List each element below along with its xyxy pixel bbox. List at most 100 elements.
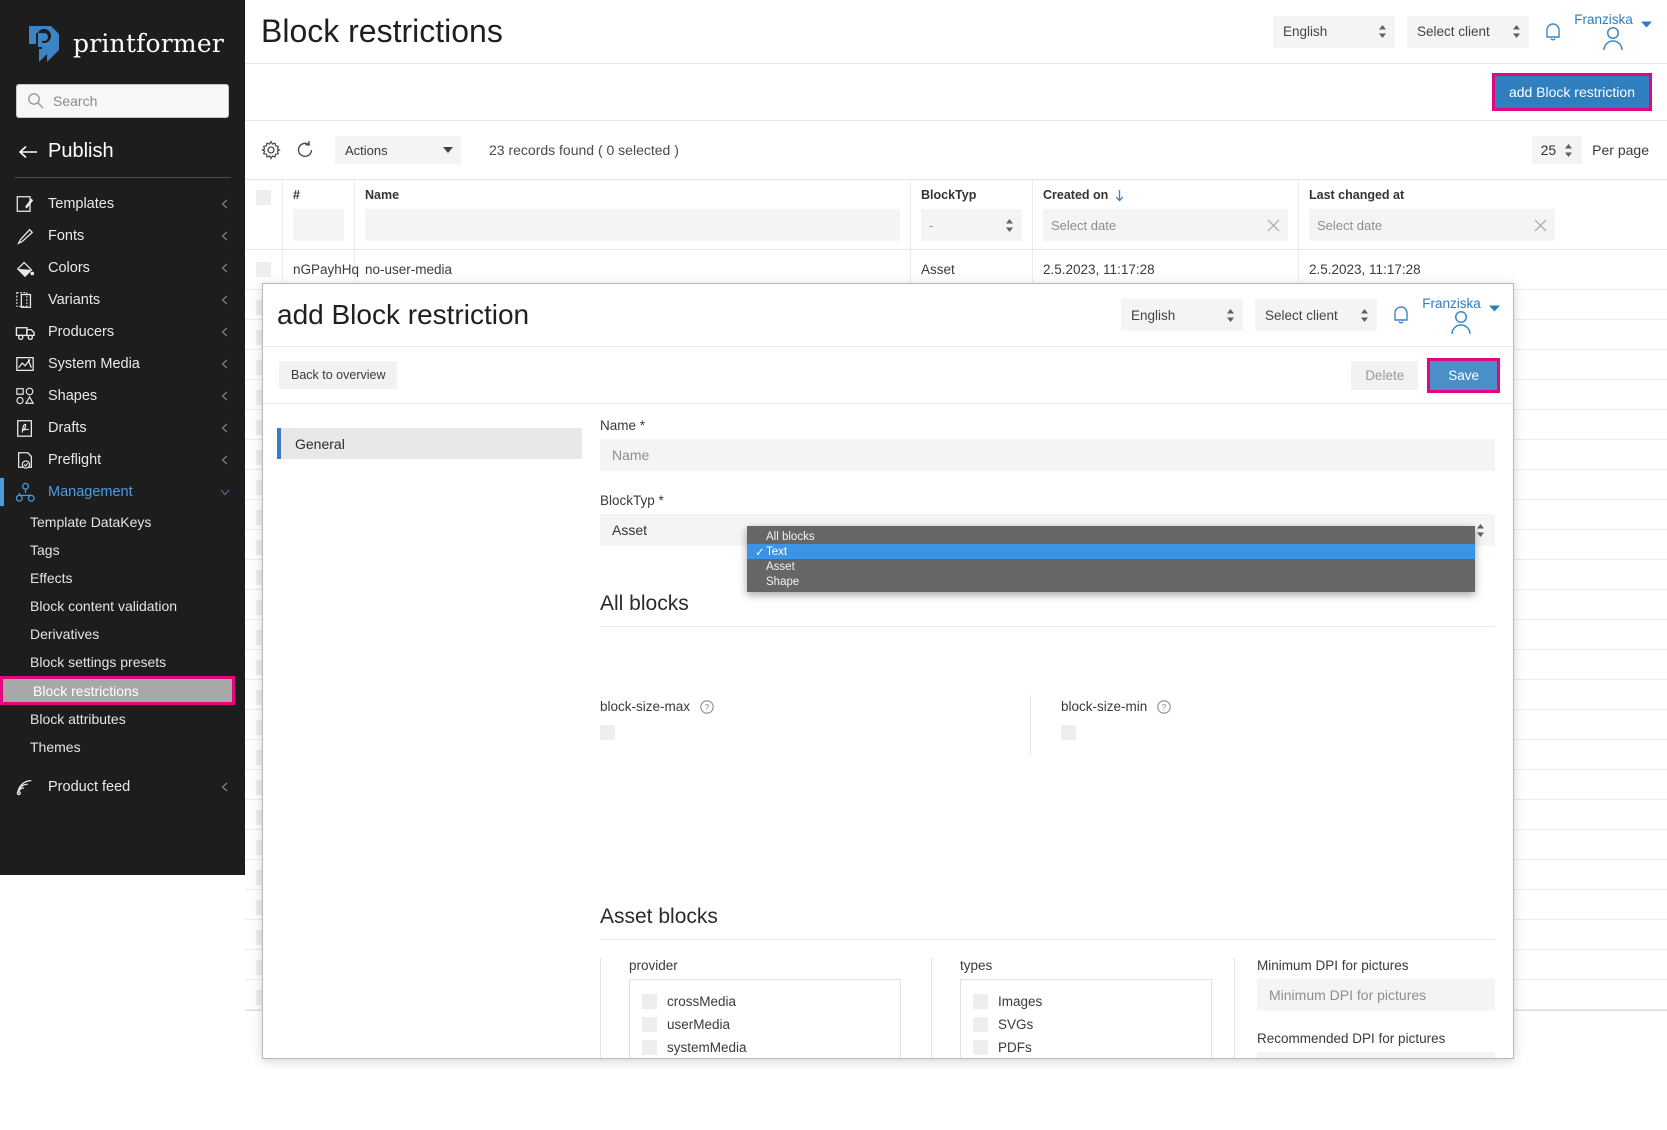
min-dpi-input[interactable]: Minimum DPI for pictures xyxy=(1257,979,1495,1011)
action-row: add Block restriction xyxy=(245,64,1667,120)
system-media-icon xyxy=(14,353,36,375)
filter-created[interactable]: Select date xyxy=(1043,209,1288,241)
sidebar-item-label: Templates xyxy=(48,196,207,212)
actions-select[interactable]: Actions xyxy=(335,136,461,164)
section-asset-blocks: Asset blocks provider crossMedia userMed… xyxy=(600,905,1495,1059)
dropdown-option-shape[interactable]: Shape xyxy=(747,574,1475,589)
min-dpi-label: Minimum DPI for pictures xyxy=(1257,958,1495,973)
provider-options: crossMedia userMedia systemMedia xyxy=(629,979,901,1059)
sidebar-item-product-feed[interactable]: Product feed xyxy=(0,771,245,803)
block-size-max-checkbox[interactable] xyxy=(600,725,1030,745)
column-label: # xyxy=(293,188,344,202)
rec-dpi-input[interactable]: Recommended DPI for pictures xyxy=(1257,1052,1495,1059)
chevron-left-icon xyxy=(219,781,231,793)
name-input[interactable]: Name xyxy=(600,439,1495,471)
sidebar-item-variants[interactable]: Variants xyxy=(0,284,245,316)
types-options: Images SVGs PDFs xyxy=(960,979,1212,1059)
field-dpi-group: Minimum DPI for pictures Minimum DPI for… xyxy=(1235,958,1495,1059)
delete-button[interactable]: Delete xyxy=(1351,361,1418,390)
bell-icon[interactable] xyxy=(1541,19,1565,45)
provider-option[interactable]: systemMedia xyxy=(642,1036,888,1059)
sidebar-item-template-datakeys[interactable]: Template DataKeys xyxy=(0,508,245,536)
modal-language-select[interactable]: English xyxy=(1121,299,1243,331)
types-option[interactable]: PDFs xyxy=(973,1036,1199,1059)
tab-general[interactable]: General xyxy=(277,428,582,459)
types-option[interactable]: SVGs xyxy=(973,1013,1199,1036)
sidebar-item-shapes[interactable]: Shapes xyxy=(0,380,245,412)
sort-desc-icon[interactable] xyxy=(1114,189,1125,202)
provider-option[interactable]: crossMedia xyxy=(642,990,888,1013)
sidebar-item-tags[interactable]: Tags xyxy=(0,536,245,564)
language-select[interactable]: English xyxy=(1273,16,1395,48)
field-block-size-min: block-size-min ? xyxy=(1061,695,1171,755)
refresh-icon[interactable] xyxy=(295,140,315,160)
per-page-select[interactable]: 25 xyxy=(1532,136,1583,164)
client-select[interactable]: Select client xyxy=(1407,16,1529,48)
modal-top-right: English Select client Franziska xyxy=(1121,296,1497,335)
types-option[interactable]: Images xyxy=(973,990,1199,1013)
field-name: Name * Name xyxy=(600,418,1495,471)
block-size-max-label: block-size-max xyxy=(600,699,690,714)
dropdown-option-asset[interactable]: Asset xyxy=(747,559,1475,574)
sidebar-item-system-media[interactable]: System Media xyxy=(0,348,245,380)
chevron-left-icon xyxy=(219,358,231,370)
help-circle-icon[interactable]: ? xyxy=(1157,700,1171,714)
modal-user-menu[interactable]: Franziska xyxy=(1425,296,1497,335)
table-col-created: Created on Select date xyxy=(1033,180,1299,249)
types-option-label: SVGs xyxy=(998,1017,1033,1032)
blocktyp-dropdown-menu[interactable]: All blocks ✓ Text Asset Shape xyxy=(747,526,1475,592)
filter-changed[interactable]: Select date xyxy=(1309,209,1555,241)
sidebar-item-effects[interactable]: Effects xyxy=(0,564,245,592)
sidebar-item-label: Product feed xyxy=(48,779,207,795)
product-feed-icon xyxy=(14,776,36,798)
sidebar-item-preflight[interactable]: Preflight xyxy=(0,444,245,476)
sidebar-item-fonts[interactable]: Fonts xyxy=(0,220,245,252)
search-input[interactable] xyxy=(16,84,229,118)
sidebar-item-producers[interactable]: Producers xyxy=(0,316,245,348)
sidebar-item-block-settings-presets[interactable]: Block settings presets xyxy=(0,648,245,676)
back-to-publish[interactable]: Publish xyxy=(0,118,245,177)
updown-arrows-icon xyxy=(1378,24,1387,39)
modal-action-bar: Back to overview Delete Save xyxy=(263,347,1513,403)
per-page-value: 25 xyxy=(1541,142,1557,158)
gear-icon[interactable] xyxy=(261,140,281,160)
table-col-blocktyp: BlockTyp - xyxy=(911,180,1033,249)
updown-arrows-icon xyxy=(1512,24,1521,39)
add-block-restriction-button[interactable]: add Block restriction xyxy=(1495,76,1649,108)
vertical-divider xyxy=(1030,695,1031,755)
clear-icon[interactable] xyxy=(1534,219,1547,232)
user-menu[interactable]: Franziska xyxy=(1577,12,1649,51)
filter-num[interactable] xyxy=(293,209,344,241)
dropdown-option-all-blocks[interactable]: All blocks xyxy=(747,529,1475,544)
bell-icon[interactable] xyxy=(1389,302,1413,328)
sidebar-sub-label: Tags xyxy=(30,542,60,558)
modal-client-select[interactable]: Select client xyxy=(1255,299,1377,331)
block-size-min-checkbox[interactable] xyxy=(1061,725,1171,745)
sidebar-item-colors[interactable]: Colors xyxy=(0,252,245,284)
help-circle-icon[interactable]: ? xyxy=(700,700,714,714)
sidebar-item-block-restrictions[interactable]: Block restrictions xyxy=(0,676,235,705)
sidebar-item-block-content-validation[interactable]: Block content validation xyxy=(0,592,245,620)
sidebar-item-label: Fonts xyxy=(48,228,207,244)
clear-icon[interactable] xyxy=(1267,219,1280,232)
sidebar-item-templates[interactable]: Templates xyxy=(0,188,245,220)
sidebar-item-block-attributes[interactable]: Block attributes xyxy=(0,705,245,733)
sidebar-item-drafts[interactable]: Drafts xyxy=(0,412,245,444)
save-button[interactable]: Save xyxy=(1430,361,1497,390)
sidebar-item-management[interactable]: Management xyxy=(0,476,245,508)
dropdown-option-text[interactable]: ✓ Text xyxy=(747,544,1475,559)
provider-option-label: userMedia xyxy=(667,1017,730,1032)
sidebar-item-label: Variants xyxy=(48,292,207,308)
filter-blocktyp[interactable]: - xyxy=(921,209,1022,241)
drafts-icon xyxy=(14,417,36,439)
sidebar-item-label: Colors xyxy=(48,260,207,276)
sidebar-item-themes[interactable]: Themes xyxy=(0,733,245,761)
dropdown-option-label: All blocks xyxy=(766,531,815,543)
filter-name[interactable] xyxy=(365,209,900,241)
sidebar-item-label: Producers xyxy=(48,324,207,340)
back-to-overview-button[interactable]: Back to overview xyxy=(279,361,397,389)
column-label: Last changed at xyxy=(1309,188,1555,202)
provider-option[interactable]: userMedia xyxy=(642,1013,888,1036)
select-all-checkbox[interactable] xyxy=(245,180,283,249)
sidebar-item-derivatives[interactable]: Derivatives xyxy=(0,620,245,648)
